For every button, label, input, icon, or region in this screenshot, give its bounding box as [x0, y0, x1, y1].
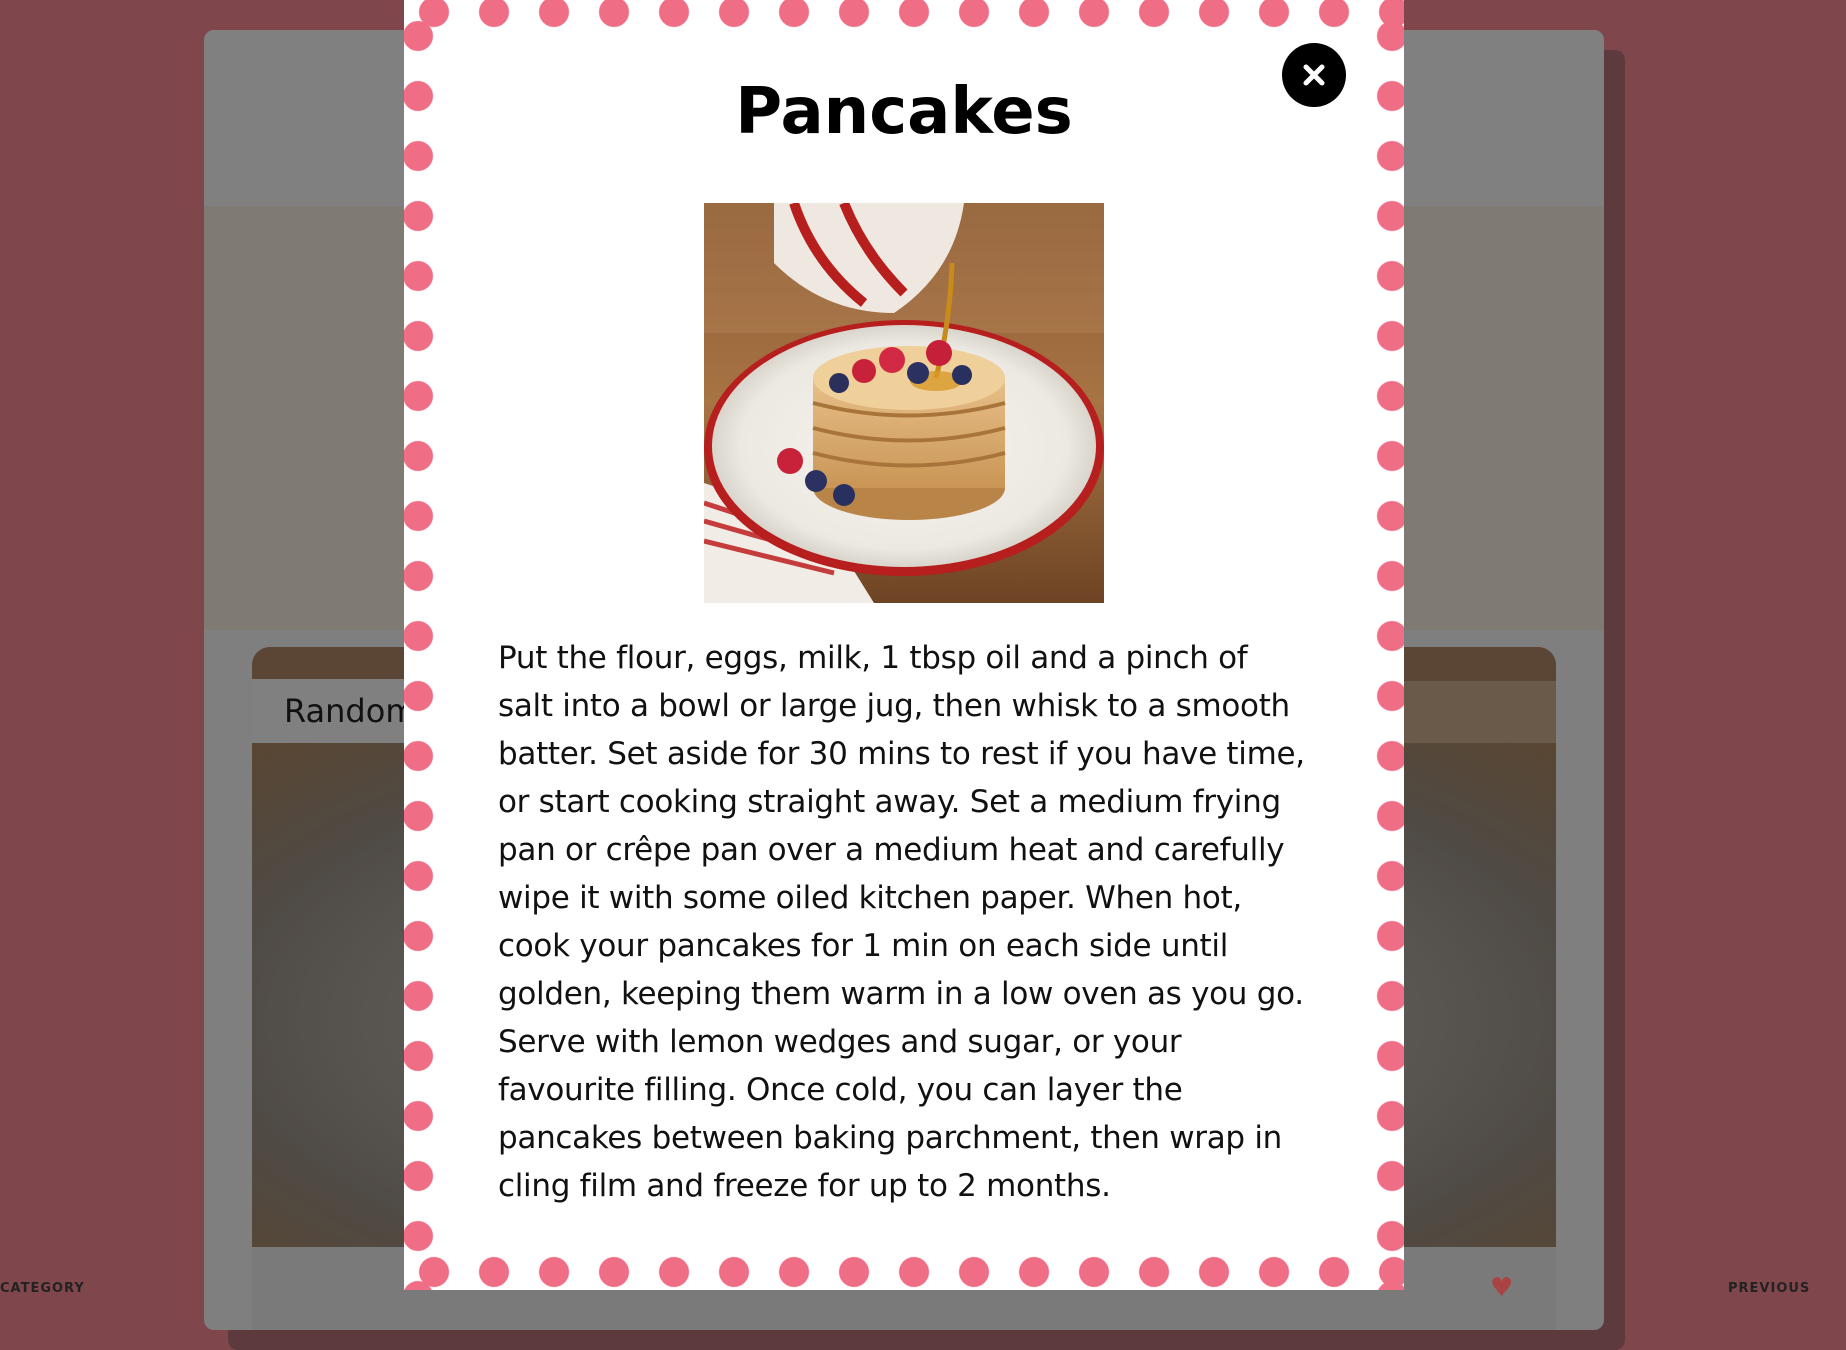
recipe-instructions: Put the flour, eggs, milk, 1 tbsp oil an…	[498, 640, 1305, 1204]
meal-popup: Pancakes Put the flour, eggs, milk, 1 tb…	[404, 0, 1404, 1290]
previous-label: PREVIOUS	[1728, 1281, 1811, 1296]
meal-photo	[704, 203, 1104, 603]
meal-title: Pancakes	[735, 75, 1073, 149]
category-label: CATEGORY	[0, 1281, 85, 1296]
heart-icon[interactable]: ♥	[1490, 1275, 1524, 1301]
